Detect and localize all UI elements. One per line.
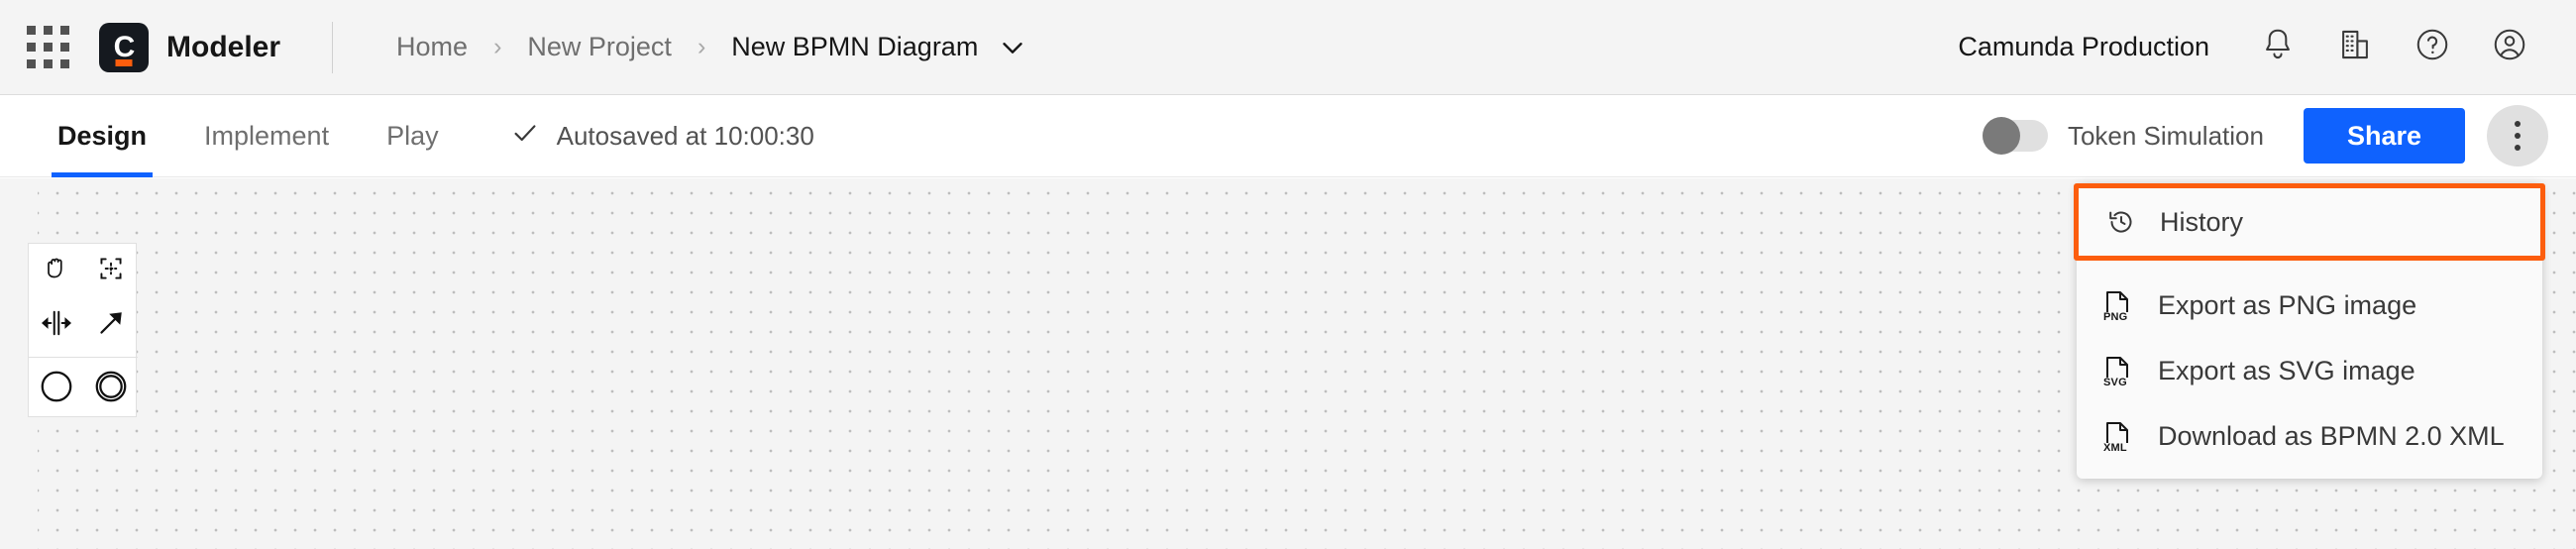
help-question-icon	[2414, 26, 2451, 68]
menu-item-export-png-label: Export as PNG image	[2158, 289, 2417, 320]
modeler-app: C Modeler Home › New Project › New BPMN …	[0, 0, 2576, 549]
header-actions: Camunda Production	[1958, 9, 2576, 86]
space-tool-icon	[39, 305, 74, 346]
organization-building-icon	[2336, 26, 2374, 68]
file-xml-icon: XML	[2102, 419, 2136, 454]
menu-divider	[2077, 261, 2542, 273]
palette-connect-tool[interactable]	[83, 298, 138, 353]
history-clock-icon	[2104, 205, 2138, 239]
palette-lasso-tool[interactable]	[83, 244, 138, 298]
file-svg-tag: SVG	[2102, 377, 2128, 388]
notifications-bell-icon	[2259, 26, 2297, 68]
logo-letter: C	[113, 30, 136, 63]
palette-start-event[interactable]	[29, 362, 83, 416]
token-simulation-toggle[interactable]	[1982, 117, 2048, 155]
start-event-icon	[38, 368, 75, 410]
tab-play-label: Play	[386, 120, 439, 151]
breadcrumb-separator: ›	[493, 33, 502, 60]
breadcrumb: Home › New Project › New BPMN Diagram	[396, 32, 1027, 62]
more-options-menu: History PNG Export as PNG image SVG Expo…	[2074, 183, 2545, 479]
product-name: Modeler	[166, 30, 281, 63]
product-logo[interactable]: C Modeler	[95, 22, 281, 72]
organization-name: Camunda Production	[1958, 32, 2209, 61]
palette-hand-tool[interactable]	[29, 244, 83, 298]
menu-item-export-svg-label: Export as SVG image	[2158, 355, 2415, 385]
file-svg-icon: SVG	[2102, 354, 2136, 388]
palette-space-tool[interactable]	[29, 298, 83, 353]
logo-orange-bar	[115, 58, 133, 66]
user-account-button[interactable]	[2471, 9, 2548, 86]
share-button[interactable]: Share	[2303, 108, 2465, 164]
notifications-button[interactable]	[2239, 9, 2316, 86]
tab-implement[interactable]: Implement	[204, 95, 329, 177]
apps-grid-icon	[26, 26, 69, 68]
breadcrumb-item-project[interactable]: New Project	[527, 32, 672, 62]
camunda-logo-icon: C	[99, 22, 149, 72]
file-png-icon: PNG	[2102, 288, 2136, 323]
menu-item-download-xml[interactable]: XML Download as BPMN 2.0 XML	[2077, 403, 2542, 469]
intermediate-event-icon	[92, 368, 130, 410]
checkmark-icon	[510, 118, 540, 155]
connect-tool-icon	[94, 306, 128, 345]
editor-toolbar: Design Implement Play Autosaved at 10:00…	[0, 95, 2576, 177]
hand-tool-icon	[40, 252, 73, 290]
file-xml-tag: XML	[2102, 442, 2128, 454]
file-png-tag: PNG	[2102, 311, 2129, 323]
user-account-icon	[2491, 26, 2528, 68]
chevron-down-icon[interactable]	[998, 33, 1027, 62]
menu-item-download-xml-label: Download as BPMN 2.0 XML	[2158, 420, 2505, 451]
lasso-tool-icon	[94, 252, 128, 290]
token-simulation-label: Token Simulation	[2067, 120, 2264, 151]
header-divider	[332, 21, 334, 73]
editor-tabs: Design Implement Play	[0, 95, 496, 177]
tab-design[interactable]: Design	[51, 95, 154, 177]
toggle-knob	[1982, 117, 2020, 155]
autosave-status: Autosaved at 10:00:30	[510, 118, 814, 155]
tab-implement-label: Implement	[204, 120, 330, 151]
menu-item-history[interactable]: History	[2074, 183, 2545, 261]
palette-intermediate-event[interactable]	[83, 362, 138, 416]
tab-design-label: Design	[57, 120, 148, 151]
breadcrumb-item-diagram[interactable]: New BPMN Diagram	[731, 32, 978, 62]
tab-play[interactable]: Play	[386, 95, 439, 177]
menu-item-history-label: History	[2160, 206, 2244, 237]
more-options-button[interactable]	[2487, 105, 2548, 166]
autosave-label: Autosaved at 10:00:30	[556, 120, 814, 151]
top-header: C Modeler Home › New Project › New BPMN …	[0, 0, 2576, 95]
kebab-menu-icon	[2515, 121, 2521, 151]
toolbar-actions: Token Simulation Share	[1982, 105, 2576, 166]
menu-item-export-svg[interactable]: SVG Export as SVG image	[2077, 338, 2542, 403]
breadcrumb-separator: ›	[697, 33, 706, 60]
bpmn-palette	[28, 243, 138, 417]
help-button[interactable]	[2394, 9, 2471, 86]
palette-divider	[29, 357, 138, 358]
breadcrumb-item-home[interactable]: Home	[396, 32, 468, 62]
apps-grid-button[interactable]	[0, 0, 95, 95]
menu-item-export-png[interactable]: PNG Export as PNG image	[2077, 273, 2542, 338]
organization-button[interactable]	[2316, 9, 2394, 86]
